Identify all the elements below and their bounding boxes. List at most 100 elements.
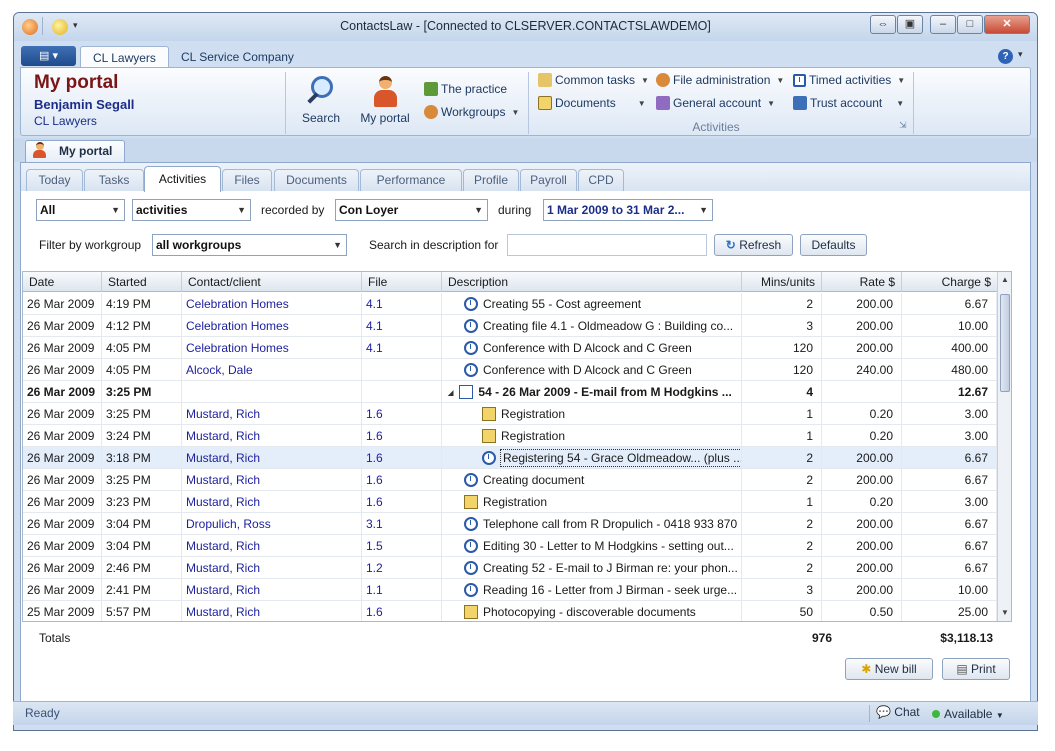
tab-payroll[interactable]: Payroll	[520, 169, 577, 191]
cell-contact-text[interactable]: Mustard, Rich	[186, 583, 260, 597]
cell-contact-text[interactable]: Mustard, Rich	[186, 539, 260, 553]
restore-pane-icon[interactable]: ⇔	[870, 15, 896, 34]
print-button[interactable]: ▤ Print	[942, 658, 1010, 680]
tab-tasks[interactable]: Tasks	[84, 169, 144, 191]
maximize-button[interactable]: □	[957, 15, 983, 34]
scope-select[interactable]: All ▼	[36, 199, 125, 221]
defaults-button[interactable]: Defaults	[800, 234, 867, 256]
column-header-description[interactable]: Description	[442, 272, 742, 292]
cell-file-text[interactable]: 1.1	[366, 583, 383, 597]
cell-contact-text[interactable]: Mustard, Rich	[186, 473, 260, 487]
cell-contact-text[interactable]: Alcock, Dale	[186, 363, 253, 377]
cell-contact-text[interactable]: Celebration Homes	[186, 319, 289, 333]
workgroup-select[interactable]: all workgroups ▼	[152, 234, 347, 256]
tab-documents[interactable]: Documents	[274, 169, 359, 191]
table-row[interactable]: 26 Mar 2009 3:24 PM Mustard, Rich 1.6 Regist…	[23, 425, 997, 447]
trust-account-button[interactable]: Trust account ▼	[793, 94, 904, 112]
table-row[interactable]: 26 Mar 2009 3:25 PM Mustard, Rich 1.6 Creati…	[23, 469, 997, 491]
cell-file-text[interactable]: 3.1	[366, 517, 383, 531]
cell-contact-text[interactable]: Celebration Homes	[186, 297, 289, 311]
cell-file-text[interactable]: 4.1	[366, 341, 383, 355]
activity-type-select[interactable]: activities ▼	[132, 199, 251, 221]
cell-file-text[interactable]: 1.6	[366, 473, 383, 487]
cell-mins: 2	[742, 535, 822, 557]
cell-contact-text[interactable]: Celebration Homes	[186, 341, 289, 355]
refresh-button[interactable]: ↻ Refresh	[714, 234, 793, 256]
documents-button[interactable]: Documents ▼	[538, 94, 646, 112]
cell-mins: 2	[742, 293, 822, 315]
general-account-button[interactable]: General account ▼	[656, 94, 775, 112]
scrollbar-thumb[interactable]	[1000, 294, 1010, 392]
availability-button[interactable]: Available ▼	[932, 707, 1004, 721]
common-tasks-button[interactable]: Common tasks ▼	[538, 71, 649, 89]
table-row[interactable]: 26 Mar 2009 3:04 PM Mustard, Rich 1.5 Editin…	[23, 535, 997, 557]
column-header-file[interactable]: File	[362, 272, 442, 292]
cell-contact-text[interactable]: Mustard, Rich	[186, 407, 260, 421]
cell-file-text[interactable]: 4.1	[366, 297, 383, 311]
tab-cl-lawyers[interactable]: CL Lawyers	[80, 46, 169, 68]
table-row[interactable]: 26 Mar 2009 4:05 PM Celebration Homes 4.1 Co…	[23, 337, 997, 359]
cell-contact-text[interactable]: Mustard, Rich	[186, 495, 260, 509]
table-row[interactable]: 26 Mar 2009 3:04 PM Dropulich, Ross 3.1 Tele…	[23, 513, 997, 535]
column-header-date[interactable]: Date	[23, 272, 102, 292]
application-menu-button[interactable]: ▤ ▾	[21, 46, 76, 66]
help-icon[interactable]: ?	[998, 49, 1013, 64]
column-header-mins[interactable]: Mins/units	[742, 272, 822, 292]
tab-profile[interactable]: Profile	[463, 169, 519, 191]
scroll-down-icon[interactable]: ▼	[1001, 608, 1009, 617]
tab-files[interactable]: Files	[222, 169, 272, 191]
ribbon-options-icon[interactable]: ▾	[1018, 49, 1023, 60]
chat-button[interactable]: 💬 Chat	[876, 705, 920, 719]
cell-file-text[interactable]: 1.6	[366, 605, 383, 619]
collapse-icon[interactable]: ◢	[448, 390, 453, 397]
table-row[interactable]: 26 Mar 2009 2:46 PM Mustard, Rich 1.2 Creati…	[23, 557, 997, 579]
new-bill-button[interactable]: ✱ New bill	[845, 658, 933, 680]
column-header-charge[interactable]: Charge $	[902, 272, 997, 292]
dialog-launcher-icon[interactable]: ⇲	[899, 120, 907, 131]
table-row[interactable]: 26 Mar 2009 3:18 PM Mustard, Rich 1.6 Regist…	[23, 447, 997, 469]
table-row[interactable]: 25 Mar 2009 5:57 PM Mustard, Rich 1.6 Photoc…	[23, 601, 997, 621]
tab-performance[interactable]: Performance	[360, 169, 462, 191]
cell-file-text[interactable]: 1.2	[366, 561, 383, 575]
cell-file-text[interactable]: 1.6	[366, 451, 383, 465]
search-description-input[interactable]	[507, 234, 707, 256]
vertical-scrollbar[interactable]: ▲ ▼	[997, 272, 1011, 621]
table-row[interactable]: 26 Mar 2009 3:25 PM Mustard, Rich 1.6 Regist…	[23, 403, 997, 425]
table-row[interactable]: 26 Mar 2009 3:23 PM Mustard, Rich 1.6 Regist…	[23, 491, 997, 513]
cell-charge-text: 6.67	[964, 539, 988, 553]
search-button[interactable]: Search	[295, 74, 347, 134]
table-row[interactable]: 26 Mar 2009 4:12 PM Celebration Homes 4.1 Cr…	[23, 315, 997, 337]
file-administration-button[interactable]: File administration ▼	[656, 71, 784, 89]
cell-file-text[interactable]: 1.6	[366, 495, 383, 509]
recorded-by-select[interactable]: Con Loyer ▼	[335, 199, 488, 221]
column-header-started[interactable]: Started	[102, 272, 182, 292]
table-row[interactable]: 26 Mar 2009 2:41 PM Mustard, Rich 1.1 Readin…	[23, 579, 997, 601]
cell-contact-text[interactable]: Mustard, Rich	[186, 561, 260, 575]
tab-cpd[interactable]: CPD	[578, 169, 624, 191]
table-row[interactable]: 26 Mar 2009 4:19 PM Celebration Homes 4.1 Cr…	[23, 293, 997, 315]
window-list-icon[interactable]: ▣	[897, 15, 923, 34]
cell-contact-text[interactable]: Mustard, Rich	[186, 429, 260, 443]
timed-activities-button[interactable]: Timed activities ▼	[793, 71, 905, 89]
tab-today[interactable]: Today	[26, 169, 83, 191]
table-row[interactable]: 26 Mar 2009 4:05 PM Alcock, Dale Conference…	[23, 359, 997, 381]
cell-file-text[interactable]: 1.6	[366, 429, 383, 443]
minimize-button[interactable]: –	[930, 15, 956, 34]
tab-activities[interactable]: Activities	[144, 166, 221, 192]
cell-file-text[interactable]: 1.5	[366, 539, 383, 553]
cell-file-text[interactable]: 1.6	[366, 407, 383, 421]
my-portal-button[interactable]: My portal	[357, 74, 413, 134]
cell-file-text[interactable]: 4.1	[366, 319, 383, 333]
period-select[interactable]: 1 Mar 2009 to 31 Mar 2... ▼	[543, 199, 713, 221]
the-practice-button[interactable]: The practice	[424, 80, 507, 98]
cell-contact-text[interactable]: Mustard, Rich	[186, 605, 260, 619]
column-header-rate[interactable]: Rate $	[822, 272, 902, 292]
tab-cl-service-company[interactable]: CL Service Company	[169, 46, 306, 68]
workgroups-button[interactable]: Workgroups ▼	[424, 103, 519, 121]
cell-contact-text[interactable]: Mustard, Rich	[186, 451, 260, 465]
cell-contact-text[interactable]: Dropulich, Ross	[186, 517, 271, 531]
scroll-up-icon[interactable]: ▲	[1001, 275, 1009, 284]
close-button[interactable]: ✕	[984, 15, 1030, 34]
table-row-group[interactable]: 26 Mar 2009 3:25 PM ◢ 54 - 26 Mar 2009 - E-…	[23, 381, 997, 403]
column-header-contact[interactable]: Contact/client	[182, 272, 362, 292]
